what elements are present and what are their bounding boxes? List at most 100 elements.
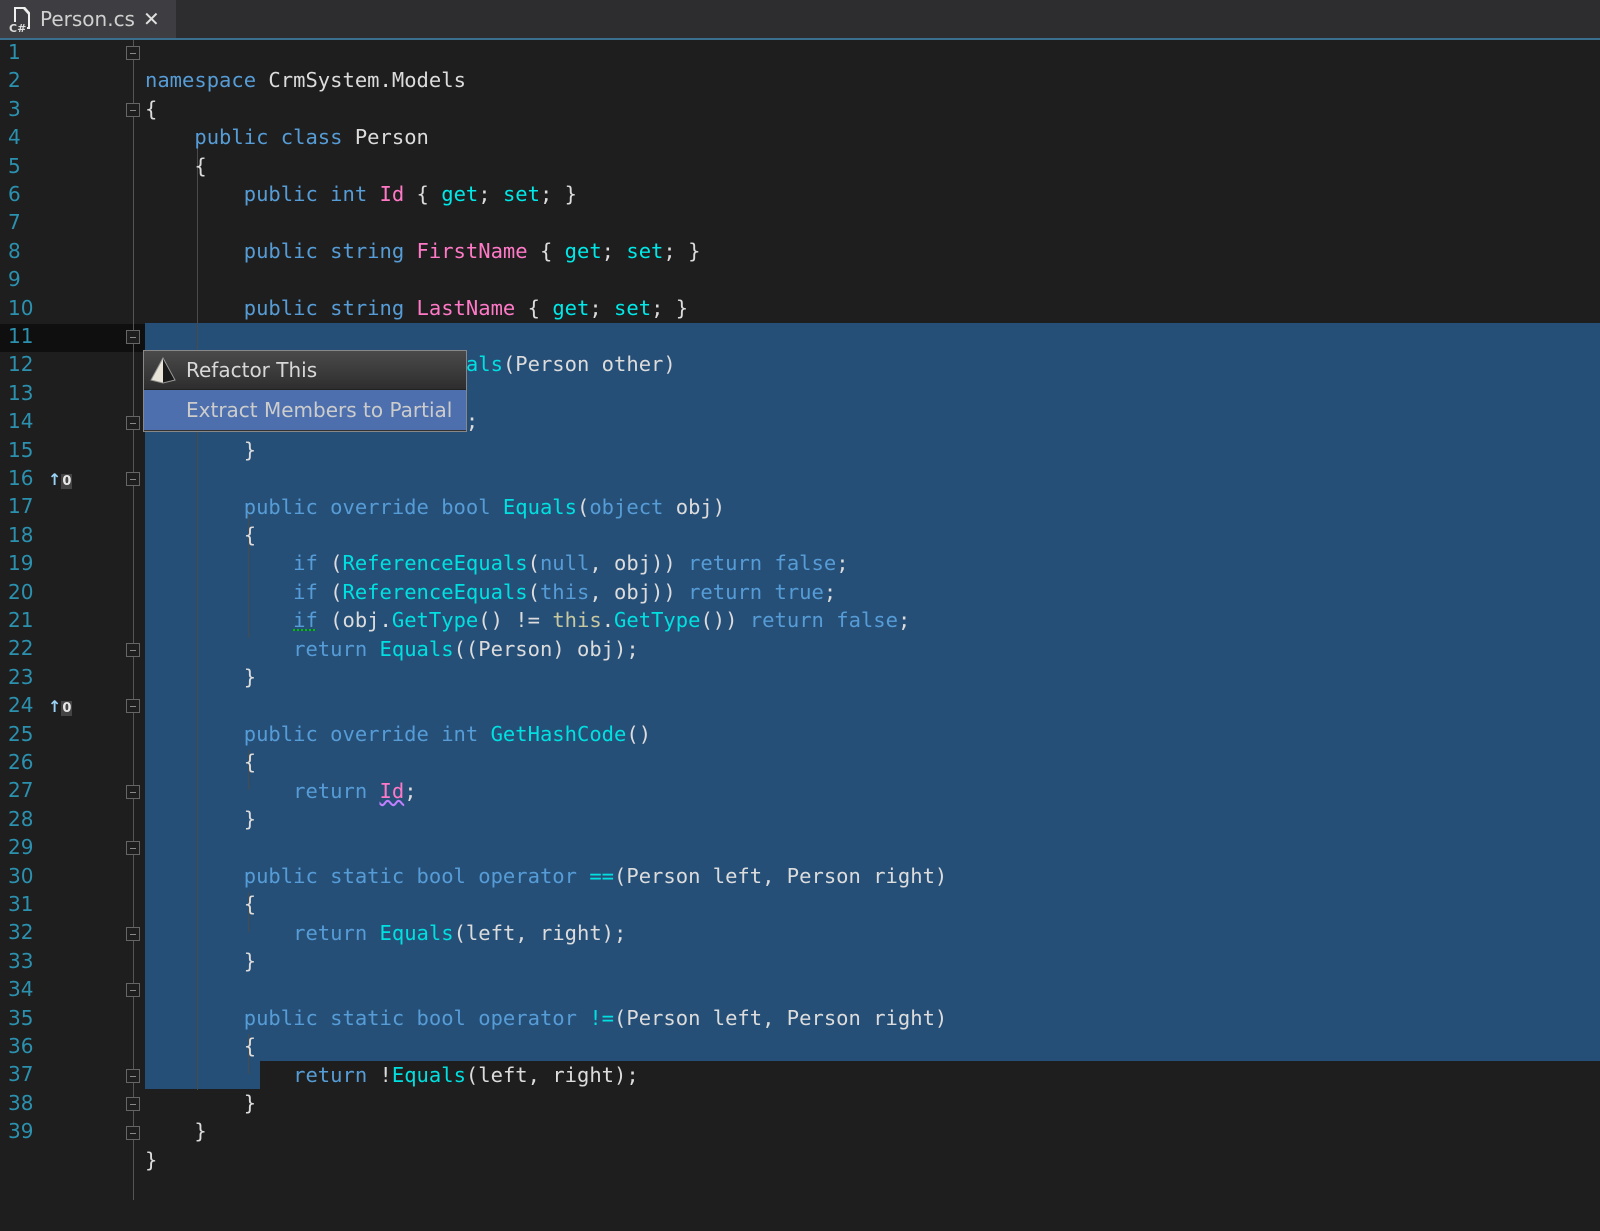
line-number: 8	[8, 238, 21, 263]
line-number: 1	[8, 40, 21, 64]
line-number: 31	[8, 892, 34, 916]
line-number: 19	[8, 551, 34, 576]
line-number: 29	[8, 835, 34, 860]
line-number: 12	[8, 352, 34, 377]
csharp-file-icon: C#	[8, 5, 34, 35]
code-line-26: return Id;	[145, 778, 417, 803]
line-number: 39	[8, 1119, 34, 1144]
code-line-36: return !Equals(left, right);	[145, 1062, 639, 1087]
fold-toggle-icon[interactable]	[126, 416, 140, 430]
fold-gutter-line	[133, 40, 134, 1200]
line-number: 28	[8, 806, 34, 831]
code-line-3: public class Person	[145, 125, 429, 150]
code-line-18: if (ReferenceEquals(null, obj)) return f…	[145, 551, 849, 576]
code-line-5: public int Id { get; set; }	[145, 182, 578, 207]
line-number: 26	[8, 750, 34, 774]
code-line-21: return Equals((Person) obj);	[145, 636, 639, 661]
line-number: 18	[8, 522, 34, 547]
code-line-25: {	[145, 750, 257, 775]
line-number: 23	[8, 664, 34, 689]
code-line-32: }	[145, 949, 257, 973]
line-number: 16	[8, 466, 34, 490]
line-number: 7	[8, 210, 21, 235]
line-number: 35	[8, 1005, 34, 1030]
code-inspection-hint[interactable]: if	[293, 608, 318, 632]
code-line-16: public override bool Equals(object obj)	[145, 494, 726, 519]
code-line-19: if (ReferenceEquals(this, obj)) return t…	[145, 579, 837, 604]
line-number: 14	[8, 409, 34, 434]
popup-header: Refactor This	[144, 351, 466, 390]
fold-toggle-icon[interactable]	[126, 841, 140, 855]
override-marker[interactable]: ↑0	[48, 466, 73, 496]
fold-toggle-icon[interactable]	[126, 983, 140, 997]
line-number: 25	[8, 721, 34, 746]
menu-item-extract-members-to-partial[interactable]: Extract Members to Partial	[144, 390, 466, 430]
code-line-39: }	[145, 1147, 158, 1172]
line-number: 27	[8, 778, 34, 803]
fold-toggle-icon[interactable]	[126, 1069, 140, 1083]
code-line-24: public override int GetHashCode()	[145, 721, 652, 746]
line-number: 3	[8, 96, 21, 121]
line-number: 20	[8, 579, 34, 604]
tab-bar: C# Person.cs ✕	[0, 0, 1600, 40]
code-line-2: {	[145, 96, 158, 121]
fold-toggle-icon[interactable]	[126, 643, 140, 657]
code-line-30: {	[145, 892, 257, 917]
fold-toggle-icon[interactable]	[126, 785, 140, 799]
fold-toggle-icon[interactable]	[126, 1126, 140, 1140]
line-number: 6	[8, 182, 21, 206]
code-line-20: if (obj.GetType() != this.GetType()) ret…	[293, 608, 911, 633]
refactor-pyramid-icon	[148, 355, 178, 385]
code-text[interactable]: namespace CrmSystem.Models { public class…	[145, 38, 947, 1231]
line-number: 30	[8, 863, 34, 888]
line-number: 17	[8, 494, 34, 519]
line-number: 34	[8, 977, 34, 1002]
code-line-34: public static bool operator !=(Person le…	[145, 1005, 948, 1030]
code-line-38: }	[145, 1119, 207, 1144]
code-line-17: {	[145, 522, 257, 547]
line-number: 33	[8, 948, 34, 973]
close-icon[interactable]: ✕	[143, 7, 160, 31]
fold-toggle-icon[interactable]	[126, 927, 140, 941]
line-number: 37	[8, 1062, 34, 1087]
line-number: 5	[8, 153, 21, 178]
tab-label: Person.cs	[40, 7, 135, 31]
fold-toggle-icon[interactable]	[126, 103, 140, 117]
line-number: 2	[8, 68, 21, 93]
tab-person-cs[interactable]: C# Person.cs ✕	[0, 0, 176, 38]
code-line-29: public static bool operator ==(Person le…	[145, 863, 948, 888]
fold-toggle-icon[interactable]	[126, 1097, 140, 1111]
refactor-this-popup: Refactor This Extract Members to Partial	[143, 350, 467, 432]
code-line-14: }	[145, 437, 257, 462]
popup-title: Refactor This	[186, 358, 318, 382]
fold-toggle-icon[interactable]	[126, 330, 140, 344]
override-up-arrow-icon: ↑	[48, 470, 62, 489]
code-line-31: return Equals(left, right);	[145, 920, 627, 945]
line-number: 36	[8, 1034, 34, 1058]
code-line-1: namespace CrmSystem.Models	[145, 68, 466, 93]
code-line-35: {	[145, 1034, 257, 1059]
line-number: 9	[8, 267, 21, 292]
code-editor[interactable]: 1 2 3 4 5 6 7 8 9 10 11 12 13 14 15 16 17 18 19 20 21 22 23 24 2…	[0, 40, 1600, 1200]
code-line-9: public string LastName { get; set; }	[145, 295, 689, 320]
line-number: 24	[8, 693, 34, 718]
line-number: 21	[8, 608, 34, 632]
line-number: 4	[8, 125, 21, 150]
line-number: 13	[8, 380, 34, 405]
fold-toggle-icon[interactable]	[126, 699, 140, 713]
code-line-7: public string FirstName { get; set; }	[145, 238, 701, 263]
fold-toggle-icon[interactable]	[126, 472, 140, 486]
fold-toggle-icon[interactable]	[126, 46, 140, 60]
code-line-22: }	[145, 664, 257, 689]
code-line-27: }	[145, 806, 257, 831]
line-number: 22	[8, 636, 34, 661]
override-up-arrow-icon: ↑	[48, 697, 62, 716]
override-marker[interactable]: ↑0	[48, 693, 73, 723]
line-number: 38	[8, 1090, 34, 1115]
code-warning-squiggle[interactable]: Id	[380, 779, 405, 803]
